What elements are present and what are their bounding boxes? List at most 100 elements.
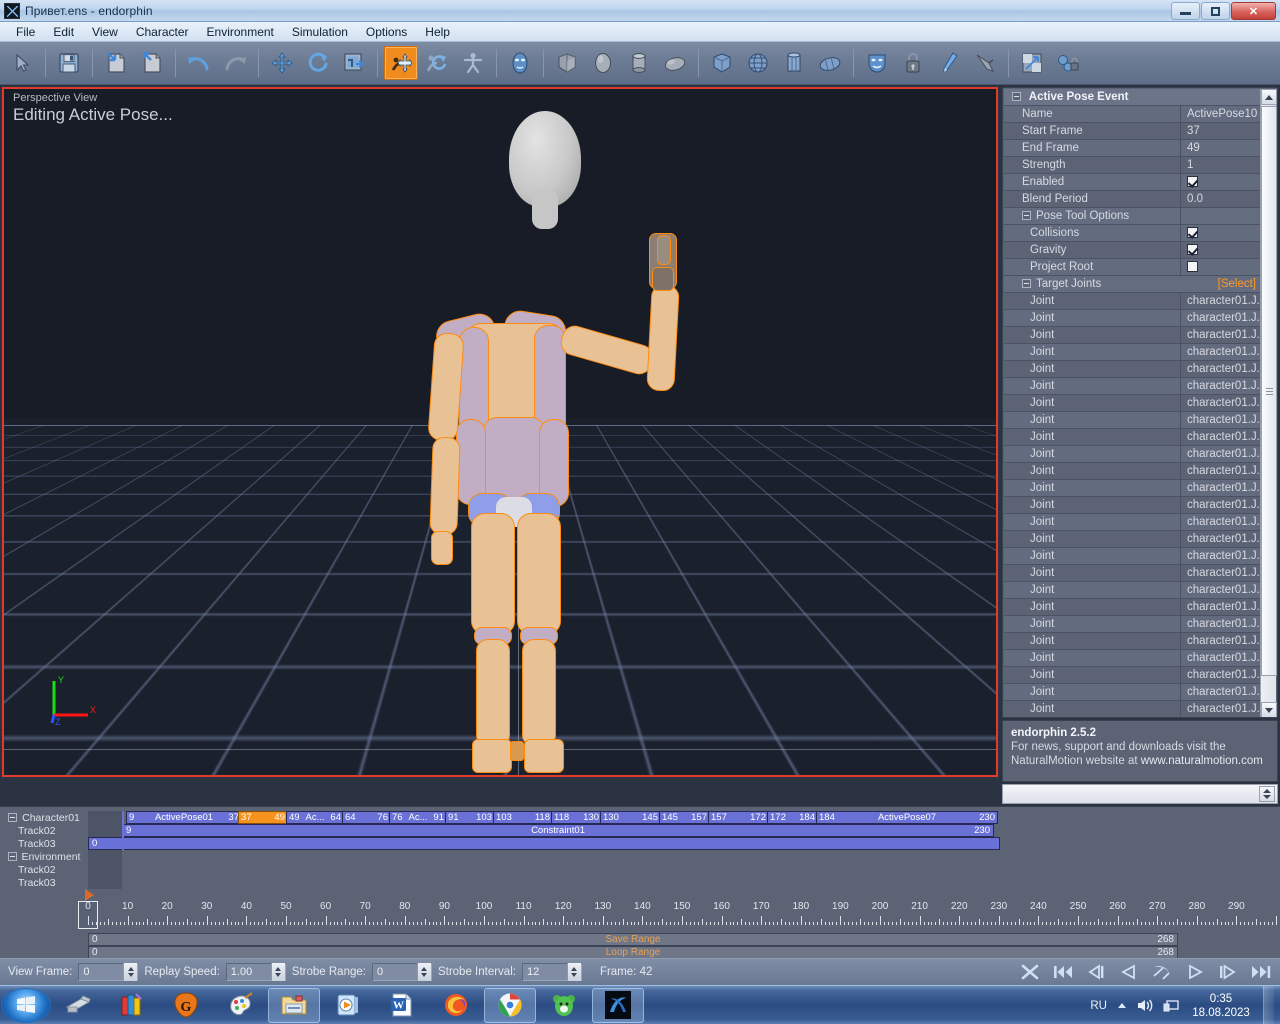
stop-button[interactable] [1019,962,1041,982]
property-row-joint[interactable]: Jointcharacter01.J... [1004,684,1262,701]
timeline-row-track03[interactable]: Track03 0 [0,837,1280,850]
scroll-up-arrow-icon[interactable] [1261,89,1277,105]
property-row-joint[interactable]: Jointcharacter01.J... [1004,548,1262,565]
jump-to-start-button[interactable] [1052,962,1074,982]
timeline-clip[interactable]: 49Ac...64 [286,811,344,824]
replay-speed-input[interactable] [227,964,271,980]
timeline-clip[interactable]: 130145 [600,811,661,824]
property-row-joint[interactable]: Jointcharacter01.J... [1004,497,1262,514]
character-root-marker[interactable] [510,741,524,761]
start-button[interactable] [1,988,51,1023]
property-row-joint[interactable]: Jointcharacter01.J... [1004,463,1262,480]
save-button[interactable] [52,46,86,80]
volume-icon[interactable] [1137,998,1154,1013]
property-row-joint[interactable]: Jointcharacter01.J... [1004,446,1262,463]
property-row-collisions[interactable]: Collisions [1004,225,1262,242]
jump-to-end-button[interactable] [1250,962,1272,982]
character-right-foot[interactable] [524,739,564,773]
lock-button[interactable] [896,46,930,80]
head-look-tool[interactable] [503,46,537,80]
property-row-joint[interactable]: Jointcharacter01.J... [1004,633,1262,650]
property-row-project-root-value[interactable] [1180,259,1262,276]
checkbox-checked-icon[interactable] [1187,244,1198,255]
timeline-clip[interactable]: 91103 [445,811,495,824]
checkbox-checked-icon[interactable] [1187,176,1198,187]
strobe-range-field[interactable] [372,963,432,981]
taskbar-item-explorer[interactable] [268,988,320,1023]
character-left-shin[interactable] [476,639,510,747]
property-row-joint[interactable]: Jointcharacter01.J... [1004,344,1262,361]
character-left-thigh[interactable] [471,513,515,635]
timeline-row-environment[interactable]: Environment [0,850,1280,863]
character-right-finger-lower[interactable] [652,267,674,291]
loop-button[interactable] [1151,962,1173,982]
property-row-name[interactable]: NameActivePose10 [1004,106,1262,123]
properties-scrollbar[interactable] [1260,89,1276,718]
track03-clip[interactable]: 0 [88,837,1000,850]
language-indicator[interactable]: RU [1090,1000,1107,1012]
lock-constraint-button[interactable] [1051,46,1085,80]
paint-tool[interactable] [932,46,966,80]
timeline-row-env-track02[interactable]: Track02 [0,863,1280,876]
property-row-collisions-value[interactable] [1180,225,1262,242]
character-right-forearm[interactable] [646,284,680,391]
menu-file[interactable]: File [7,23,44,41]
properties-panel[interactable]: Active Pose Event NameActivePose10Start … [1002,87,1278,718]
timeline-clip[interactable]: 157172 [708,811,769,824]
active-pose-tool[interactable] [384,46,418,80]
timeline-clip[interactable]: 145157 [659,811,710,824]
menu-environment[interactable]: Environment [198,23,283,41]
property-row-gravity[interactable]: Gravity [1004,242,1262,259]
property-row-pose-tool-options[interactable]: Pose Tool Options [1004,208,1262,225]
character-neck[interactable] [532,189,558,229]
menu-character[interactable]: Character [127,23,198,41]
character-right-thigh[interactable] [517,513,561,635]
property-row-blend-period[interactable]: Blend Period0.0 [1004,191,1262,208]
network-icon[interactable] [1163,998,1179,1013]
menu-view[interactable]: View [83,23,127,41]
property-row-joint[interactable]: Jointcharacter01.J... [1004,310,1262,327]
minimize-button[interactable] [1171,2,1200,20]
character-left-forearm[interactable] [429,437,460,536]
character-mask-button[interactable] [860,46,894,80]
character-right-upper-arm[interactable] [558,323,657,378]
dynamic-cylinder-button[interactable] [777,46,811,80]
target-joints-select-link[interactable]: [Select] [1180,276,1262,293]
property-row-joint[interactable]: Jointcharacter01.J... [1004,429,1262,446]
property-row-joint[interactable]: Jointcharacter01.J... [1004,514,1262,531]
property-row-end-frame[interactable]: End Frame49 [1004,140,1262,157]
property-row-joint[interactable]: Jointcharacter01.J... [1004,531,1262,548]
taskbar-item-books[interactable] [106,988,158,1023]
timeline-clip[interactable]: 9ActivePose0137 [126,811,242,824]
play-reverse-button[interactable] [1118,962,1140,982]
dynamic-box-button[interactable] [705,46,739,80]
menu-help[interactable]: Help [416,23,459,41]
strobe-range-input[interactable] [373,964,417,980]
redo-button[interactable] [218,46,252,80]
property-row-joint[interactable]: Jointcharacter01.J... [1004,616,1262,633]
taskbar-item-endorphin[interactable] [592,988,644,1023]
timeline-clip[interactable]: 172184 [767,811,818,824]
character-right-finger-upper[interactable] [657,235,671,265]
save-range-row[interactable]: 0 Save Range 268 [88,933,1178,946]
show-desktop-button[interactable] [1263,986,1274,1024]
property-row-gravity-value[interactable] [1180,242,1262,259]
track-expander-icon[interactable] [8,852,17,861]
timeline-clip[interactable]: 76Ac...91 [389,811,447,824]
property-row-joint[interactable]: Jointcharacter01.J... [1004,395,1262,412]
timeline-panel[interactable]: Character01 9ActivePose0137374949Ac...64… [0,806,1280,958]
timeline-ruler[interactable]: 0102030405060708090100110120130140150160… [0,895,1280,929]
timeline-clip[interactable]: 118130 [551,811,602,824]
property-row-strength[interactable]: Strength1 [1004,157,1262,174]
playhead-flag-icon[interactable] [85,889,94,901]
dynamic-pose-tool[interactable] [420,46,454,80]
property-row-joint[interactable]: Jointcharacter01.J... [1004,293,1262,310]
timeline-row-character01[interactable]: Character01 9ActivePose0137374949Ac...64… [0,811,1280,824]
property-row-joint[interactable]: Jointcharacter01.J... [1004,361,1262,378]
timeline-lane-track03[interactable]: 0 [122,837,1280,850]
step-back-button[interactable] [1085,962,1107,982]
timeline-lane-track02[interactable]: 9 Constraint01 230 [122,824,1280,837]
play-button[interactable] [1184,962,1206,982]
property-row-enabled-value[interactable] [1180,174,1262,191]
view-frame-field[interactable] [78,963,138,981]
